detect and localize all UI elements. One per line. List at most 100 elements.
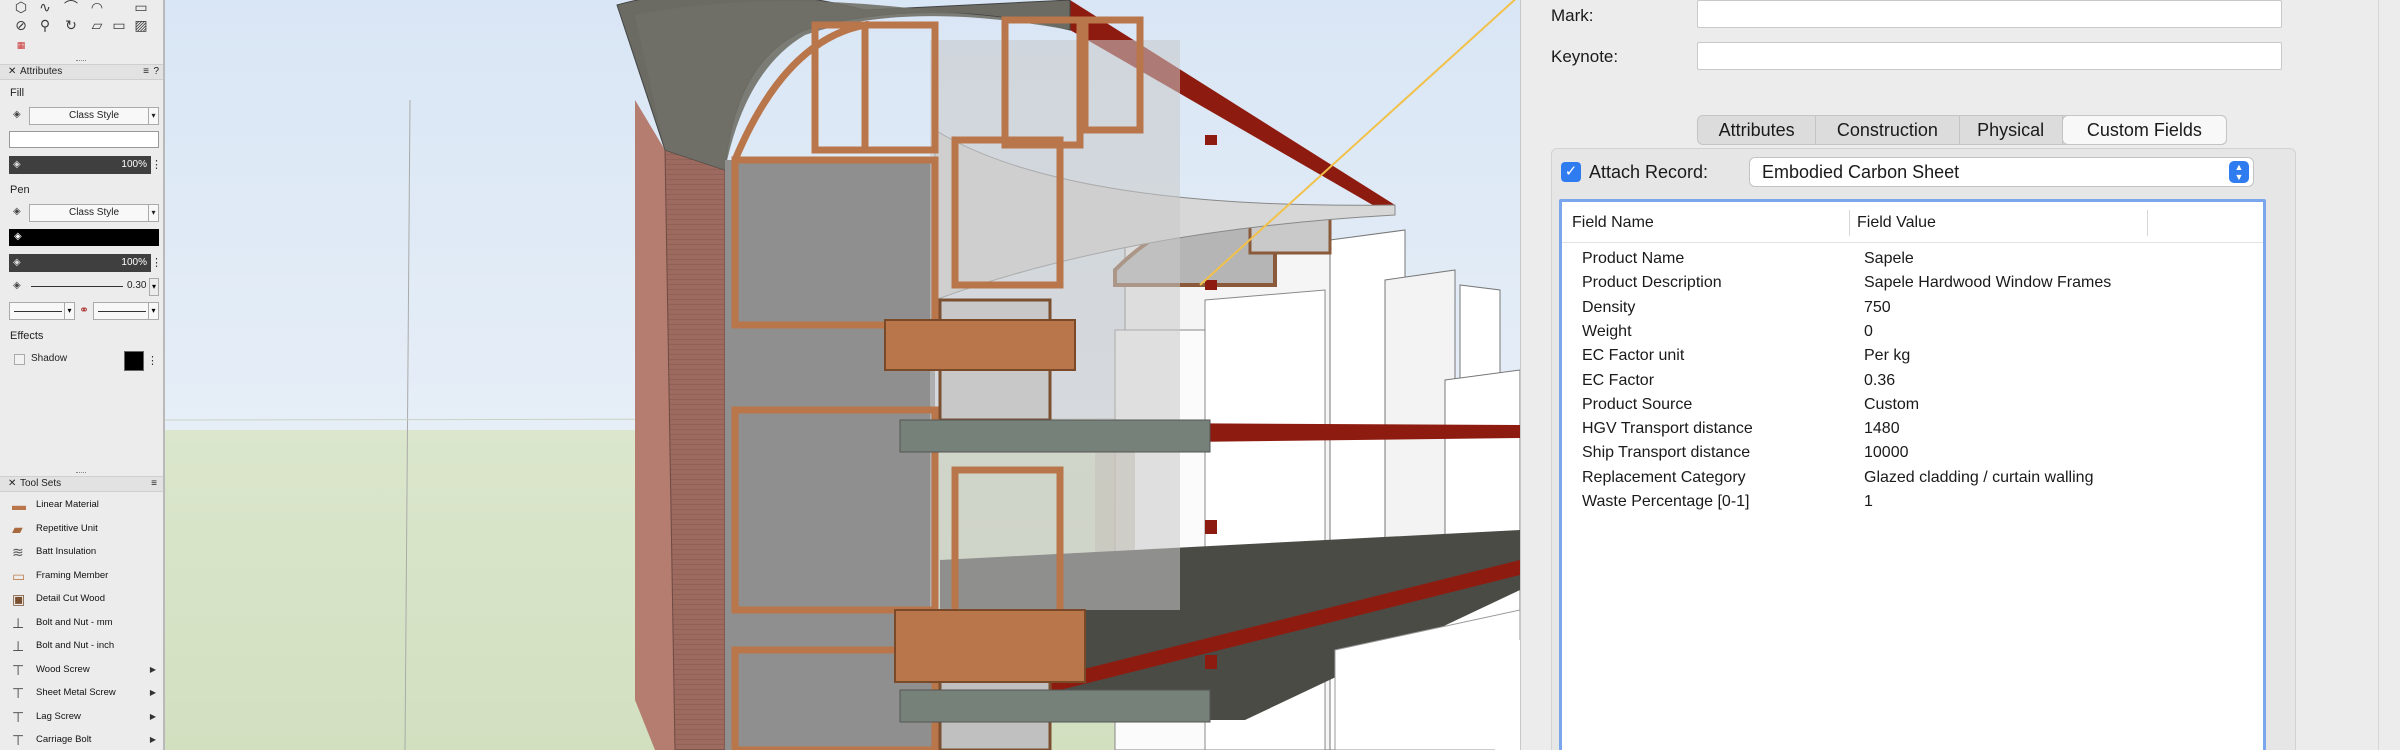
tool-set-item[interactable]: ▭ Framing Member	[8, 567, 158, 585]
tool-set-item[interactable]: ⊥ Bolt and Nut - inch	[8, 637, 158, 655]
tab-attributes[interactable]: Attributes	[1698, 116, 1817, 144]
3d-model-render[interactable]	[165, 0, 1520, 750]
field-value-cell[interactable]: 0.36	[1864, 372, 1895, 390]
spandrel-panel	[899, 689, 1211, 723]
close-icon[interactable]: ✕	[8, 65, 16, 79]
close-icon[interactable]: ✕	[8, 477, 16, 491]
field-name-cell: Density	[1582, 298, 1636, 316]
shadow-checkbox[interactable]	[14, 354, 25, 365]
tool-set-item-label: Lag Screw	[36, 710, 81, 722]
polygon-tool-icon[interactable]: ⬡	[12, 0, 30, 16]
line-weight-preview	[31, 286, 123, 287]
field-value-cell[interactable]: Sapele	[1864, 250, 1914, 268]
start-marker-select[interactable]: ▾	[9, 302, 75, 320]
field-value-cell[interactable]: 10000	[1864, 444, 1909, 462]
chevron-right-icon: ▶	[149, 711, 156, 721]
swatch-tool-icon[interactable]: ▨	[132, 18, 150, 34]
attach-record-checkbox[interactable]: ✓	[1561, 162, 1581, 182]
fill-style-row: ◈ Class Style ▾	[9, 107, 159, 125]
record-fields-table[interactable]: Field Name Field Value Product Name Sapel…	[1559, 199, 2266, 750]
chevron-down-icon: ▾	[148, 108, 158, 124]
column-header-field-value[interactable]: Field Value	[1857, 214, 1936, 232]
carriage-bolt-icon: ⊤	[12, 732, 25, 748]
field-value-cell[interactable]: 1480	[1864, 420, 1900, 438]
help-icon[interactable]: ?	[153, 65, 159, 79]
pen-label: Pen	[10, 184, 30, 196]
tab-construction[interactable]: Construction	[1816, 116, 1960, 144]
pen-style-select[interactable]: Class Style ▾	[29, 204, 159, 222]
fill-color-swatch[interactable]	[9, 131, 159, 148]
field-name-cell: Weight	[1582, 322, 1632, 340]
freehand-tool-icon[interactable]: ∿	[36, 0, 54, 16]
shadow-options-icon[interactable]: ⋮	[147, 352, 158, 370]
chevron-down-icon[interactable]: ▾	[149, 278, 159, 296]
tool-set-item[interactable]: ▣ Detail Cut Wood	[8, 590, 158, 608]
pen-options-icon[interactable]: ⋮	[151, 254, 162, 272]
shadow-color-swatch[interactable]	[124, 351, 144, 371]
field-value-cell[interactable]: Per kg	[1864, 347, 1910, 365]
tool-set-item[interactable]: ⊤ Carriage Bolt ▶	[8, 731, 158, 749]
tool-set-item[interactable]: ⊤ Lag Screw ▶	[8, 708, 158, 726]
tool-set-item[interactable]: ⊤ Wood Screw ▶	[8, 661, 158, 679]
field-value-cell[interactable]: Sapele Hardwood Window Frames	[1864, 274, 2111, 292]
window-sill	[884, 319, 1076, 371]
tool-set-item[interactable]: ▬ Linear Material	[8, 496, 158, 514]
tab-physical[interactable]: Physical	[1960, 116, 2063, 144]
mark-label: Mark:	[1551, 6, 1594, 25]
circle-tool-icon[interactable]: ⊘	[12, 18, 30, 34]
pen-opacity-field[interactable]: ◈ 100%	[9, 254, 151, 272]
record-format-value: Embodied Carbon Sheet	[1762, 162, 1960, 182]
field-value-cell[interactable]: 750	[1864, 299, 1891, 317]
menu-icon[interactable]: ≡	[143, 65, 149, 79]
basic-tool-palette: ⬡ ∿ ⌒ ◠ ▭ ⊘ ⚲ ↻ ▱ ▭ ▨ ▦	[6, 0, 161, 58]
field-value-cell[interactable]: 1	[1864, 493, 1873, 511]
attributes-palette-title: Attributes	[20, 66, 63, 77]
keynote-field[interactable]	[1697, 42, 2282, 70]
menu-icon[interactable]: ≡	[151, 477, 157, 491]
line-weight-value: 0.30	[127, 280, 147, 291]
field-name-cell: EC Factor unit	[1582, 347, 1685, 365]
tool-set-item[interactable]: ≋ Batt Insulation	[8, 543, 158, 561]
fill-options-icon[interactable]: ⋮	[151, 156, 162, 174]
repetitive-unit-icon: ▰	[12, 520, 23, 537]
tool-set-item-label: Detail Cut Wood	[36, 593, 105, 604]
pushpull-tool-icon[interactable]: ⚲	[36, 18, 54, 34]
line-markers-row: ▾ ⚭ ▾	[9, 302, 159, 320]
end-marker-select[interactable]: ▾	[93, 302, 159, 320]
tool-set-item[interactable]: ⊥ Bolt and Nut - mm	[8, 614, 158, 632]
swap-markers-icon[interactable]: ⚭	[79, 303, 89, 317]
field-value-cell[interactable]: 0	[1864, 323, 1873, 341]
chevron-right-icon: ▶	[149, 735, 156, 744]
field-value-cell[interactable]: Glazed cladding / curtain walling	[1864, 469, 2093, 487]
record-format-select[interactable]: Embodied Carbon Sheet ▲ ▼	[1749, 157, 2254, 187]
pen-color-swatch[interactable]: ◈	[9, 229, 159, 246]
panel-scroll-edge[interactable]	[2378, 0, 2400, 750]
tool-set-item-label: Batt Insulation	[36, 546, 97, 557]
column-header-field-name[interactable]: Field Name	[1572, 214, 1654, 232]
line-weight-icon: ◈	[13, 280, 21, 291]
tool-set-item[interactable]: ▰ Repetitive Unit	[8, 520, 158, 538]
fill-tool-icon[interactable]: ▭	[110, 18, 128, 34]
tool-set-item-label: Sheet Metal Screw	[36, 687, 116, 698]
rotate-tool-icon[interactable]: ↻	[62, 18, 80, 34]
fill-style-select[interactable]: Class Style ▾	[29, 107, 159, 125]
effects-label: Effects	[10, 330, 44, 342]
attach-record-label: Attach Record:	[1589, 162, 1709, 182]
fill-opacity-field[interactable]: ◈ 100%	[9, 156, 151, 174]
checkmark-icon: ✓	[1564, 163, 1578, 180]
field-value-cell[interactable]: Custom	[1864, 396, 1919, 414]
tool-set-item[interactable]: ⊤ Sheet Metal Screw ▶	[8, 684, 158, 702]
rect-tool-icon[interactable]: ▱	[88, 18, 106, 34]
pen-icon: ◈	[13, 206, 21, 217]
color-grid-icon[interactable]: ▦	[12, 38, 30, 54]
wall-tool-icon[interactable]: ▭	[132, 0, 150, 16]
tab-custom-fields[interactable]: Custom Fields	[2062, 116, 2226, 144]
design-layer-viewport[interactable]	[165, 0, 1520, 750]
fill-style-value: Class Style	[68, 110, 119, 121]
mark-field[interactable]	[1697, 0, 2282, 28]
chevron-down-icon: ▾	[64, 303, 74, 319]
chevron-down-icon: ▾	[148, 303, 158, 319]
arc-tool-icon[interactable]: ⌒	[62, 0, 80, 16]
spline-tool-icon[interactable]: ◠	[88, 0, 106, 16]
line-weight-row[interactable]: ◈ 0.30 ▾	[9, 278, 159, 296]
